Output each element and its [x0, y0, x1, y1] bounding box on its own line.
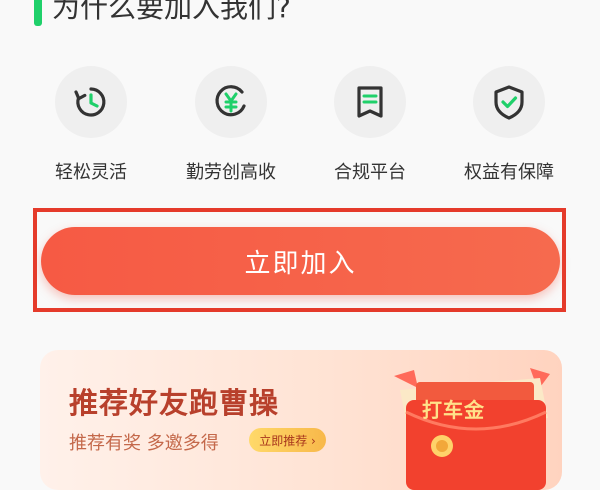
- feature-item-flexible: 轻松灵活: [21, 66, 161, 184]
- feature-icon-circle: [334, 66, 406, 138]
- referral-banner[interactable]: 推荐好友跑曹操 推荐有奖 多邀多得 立即推荐 › 打车金: [40, 350, 562, 490]
- feature-item-rights-protected: 权益有保障: [439, 66, 579, 184]
- feature-label: 权益有保障: [464, 162, 554, 183]
- recommend-now-button[interactable]: 立即推荐 ›: [249, 428, 326, 452]
- feature-icon-circle: [55, 66, 127, 138]
- feature-item-high-income: 勤劳创高收: [161, 66, 301, 184]
- section-title-accent-bar: [34, 0, 42, 26]
- shield-check-icon: [494, 85, 524, 120]
- feature-item-compliant-platform: 合规平台: [300, 66, 440, 184]
- features-row: 轻松灵活 勤劳创高收 合规平台 权益有保障: [0, 66, 600, 196]
- clock-icon: [74, 87, 106, 117]
- feature-label: 合规平台: [334, 162, 406, 183]
- referral-title: 推荐好友跑曹操: [69, 386, 280, 420]
- feature-label: 勤劳创高收: [186, 162, 276, 183]
- red-packet-icon: [394, 368, 550, 490]
- yen-icon: [215, 85, 246, 117]
- red-packet-illustration: 打车金: [390, 360, 560, 490]
- red-packet-label: 打车金: [422, 398, 485, 422]
- section-title: 为什么要加入我们?: [52, 0, 291, 24]
- feature-icon-circle: [473, 66, 545, 138]
- feature-icon-circle: [195, 66, 267, 138]
- document-icon: [357, 86, 383, 118]
- feature-label: 轻松灵活: [55, 162, 127, 183]
- referral-subtitle: 推荐有奖 多邀多得: [69, 433, 219, 454]
- join-now-button[interactable]: 立即加入: [41, 227, 560, 295]
